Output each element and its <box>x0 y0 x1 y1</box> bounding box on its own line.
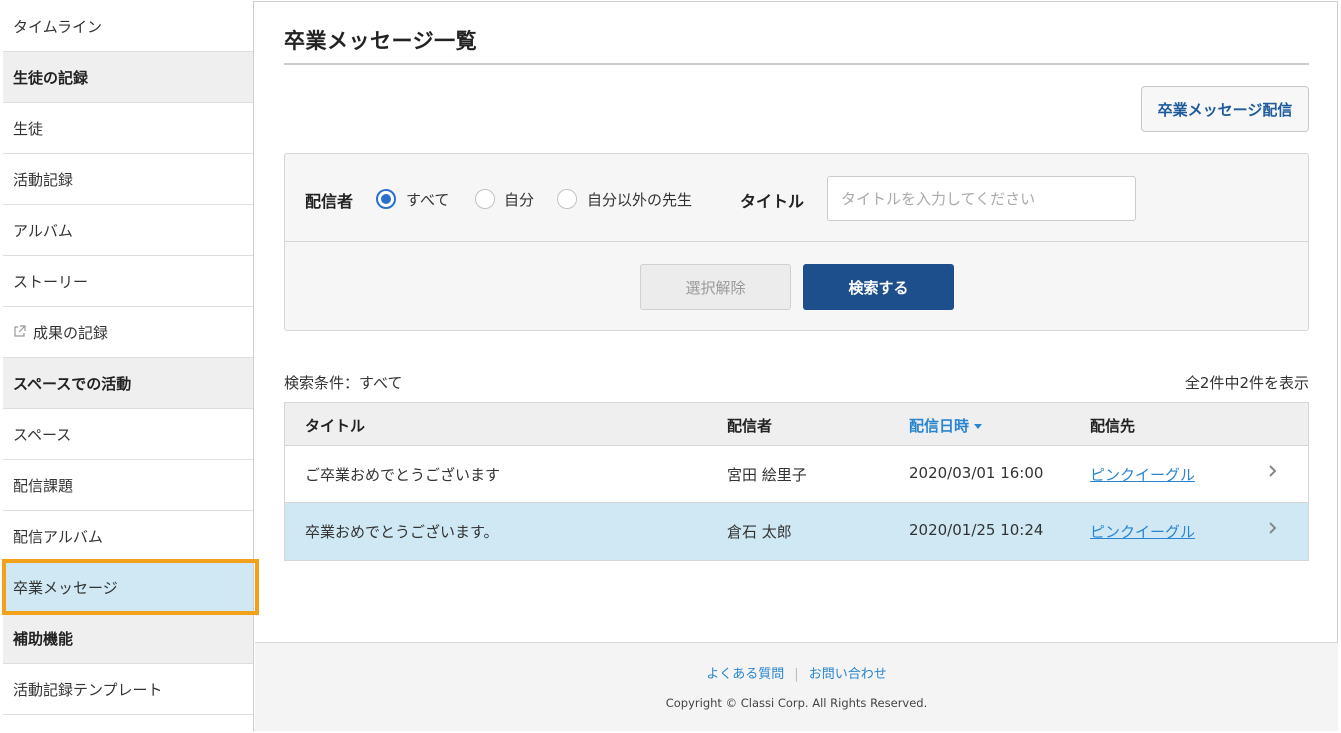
search-condition-text: 検索条件：すべて <box>284 374 403 392</box>
main-content: 卒業メッセージ一覧 卒業メッセージ配信 配信者 すべて 自分 自分以外の先生 タ… <box>255 1 1338 731</box>
sidebar-item-label: 配信課題 <box>13 476 74 495</box>
sidebar-item-label: スペース <box>13 425 72 444</box>
row-datetime: 2020/03/01 16:00 <box>909 464 1044 482</box>
footer: よくある質問 | お問い合わせ Copyright © Classi Corp. A… <box>255 642 1338 731</box>
copyright-text: Copyright © Classi Corp. All Rights Rese… <box>665 696 928 710</box>
sidebar-item-label: タイムライン <box>13 17 102 36</box>
footer-links: よくある質問 | お問い合わせ <box>255 663 1338 682</box>
page-title: 卒業メッセージ一覧 <box>284 29 478 53</box>
sidebar-item-label: 活動記録 <box>13 170 74 189</box>
table-header: タイトル 配信者 配信日時 配信先 <box>285 403 1308 446</box>
sidebar-section-student-records: 生徒の記録 <box>3 52 253 103</box>
sidebar-item-label: 卒業メッセージ <box>13 578 118 597</box>
sidebar-item-timeline[interactable]: タイムライン <box>3 1 253 52</box>
faq-link[interactable]: よくある質問 <box>706 667 784 682</box>
title-divider <box>284 63 1309 65</box>
sender-label: 配信者 <box>305 192 354 211</box>
sidebar: タイムライン 生徒の記録 生徒 活動記録 アルバム ストーリー 成果の記録 スペ… <box>3 1 254 731</box>
footer-separator: | <box>794 667 799 682</box>
row-destination-link[interactable]: ピンクイーグル <box>1090 464 1195 485</box>
contact-link[interactable]: お問い合わせ <box>809 667 887 682</box>
sidebar-section-label: 補助機能 <box>13 629 74 648</box>
search-button[interactable]: 検索する <box>803 264 954 310</box>
row-sender: 倉石 太郎 <box>727 523 792 541</box>
sidebar-item-label: 配信アルバム <box>13 527 103 546</box>
column-header-datetime-label: 配信日時 <box>909 417 970 435</box>
row-title: 卒業おめでとうございます。 <box>305 523 499 541</box>
radio-all-label[interactable]: すべて <box>406 189 449 210</box>
sidebar-item-activity-template[interactable]: 活動記録テンプレート <box>3 664 253 715</box>
chevron-right-icon[interactable] <box>1268 463 1284 483</box>
sidebar-item-achievement-records[interactable]: 成果の記録 <box>3 307 253 358</box>
sidebar-item-label: 生徒 <box>13 119 44 138</box>
row-title: ご卒業おめでとうございます <box>305 466 501 484</box>
radio-other-teachers-label[interactable]: 自分以外の先生 <box>587 189 692 210</box>
sidebar-item-activity-records[interactable]: 活動記録 <box>3 154 253 205</box>
sidebar-section-label: スペースでの活動 <box>13 374 132 393</box>
row-sender: 宮田 絵里子 <box>727 466 807 484</box>
column-header-datetime[interactable]: 配信日時 <box>909 415 983 436</box>
clear-selection-button[interactable]: 選択解除 <box>640 264 791 310</box>
sidebar-item-space[interactable]: スペース <box>3 409 253 460</box>
sidebar-item-students[interactable]: 生徒 <box>3 103 253 154</box>
table-row[interactable]: 卒業おめでとうございます。 倉石 太郎 2020/01/25 10:24 ピンク… <box>285 503 1308 560</box>
column-header-destination: 配信先 <box>1090 417 1136 435</box>
column-header-sender: 配信者 <box>727 417 773 435</box>
sort-desc-icon <box>974 424 983 429</box>
sidebar-item-label: 活動記録テンプレート <box>13 680 163 699</box>
column-header-title: タイトル <box>305 417 366 435</box>
radio-all[interactable] <box>376 189 396 209</box>
sidebar-item-graduation-message[interactable]: 卒業メッセージ <box>3 562 253 613</box>
title-label: タイトル <box>740 192 805 211</box>
row-destination-link[interactable]: ピンクイーグル <box>1090 521 1195 542</box>
deliver-message-button[interactable]: 卒業メッセージ配信 <box>1141 86 1309 132</box>
sidebar-item-story[interactable]: ストーリー <box>3 256 253 307</box>
chevron-right-icon[interactable] <box>1268 520 1284 540</box>
radio-self[interactable] <box>475 189 495 209</box>
sidebar-item-assignments[interactable]: 配信課題 <box>3 460 253 511</box>
sidebar-item-label: 成果の記録 <box>33 323 109 342</box>
sidebar-item-album[interactable]: アルバム <box>3 205 253 256</box>
sidebar-section-label: 生徒の記録 <box>13 68 89 87</box>
sidebar-section-support-features: 補助機能 <box>3 613 253 664</box>
sidebar-item-delivered-album[interactable]: 配信アルバム <box>3 511 253 562</box>
sidebar-item-label: アルバム <box>13 221 73 240</box>
message-table: タイトル 配信者 配信日時 配信先 ご卒業おめでとうございます 宮田 絵里子 2… <box>284 402 1309 561</box>
result-count-text: 全2件中2件を表示 <box>1184 374 1309 392</box>
external-link-icon <box>13 325 27 339</box>
sidebar-item-label: ストーリー <box>13 272 89 291</box>
radio-other-teachers[interactable] <box>557 189 577 209</box>
row-datetime: 2020/01/25 10:24 <box>909 521 1044 539</box>
table-row[interactable]: ご卒業おめでとうございます 宮田 絵里子 2020/03/01 16:00 ピン… <box>285 446 1308 503</box>
sidebar-section-space-activities: スペースでの活動 <box>3 358 253 409</box>
radio-self-label[interactable]: 自分 <box>504 189 534 210</box>
search-filter-row: 配信者 すべて 自分 自分以外の先生 タイトル <box>285 154 1308 242</box>
title-search-input[interactable] <box>827 176 1136 221</box>
search-panel: 配信者 すべて 自分 自分以外の先生 タイトル 選択解除 検索する <box>284 153 1309 331</box>
